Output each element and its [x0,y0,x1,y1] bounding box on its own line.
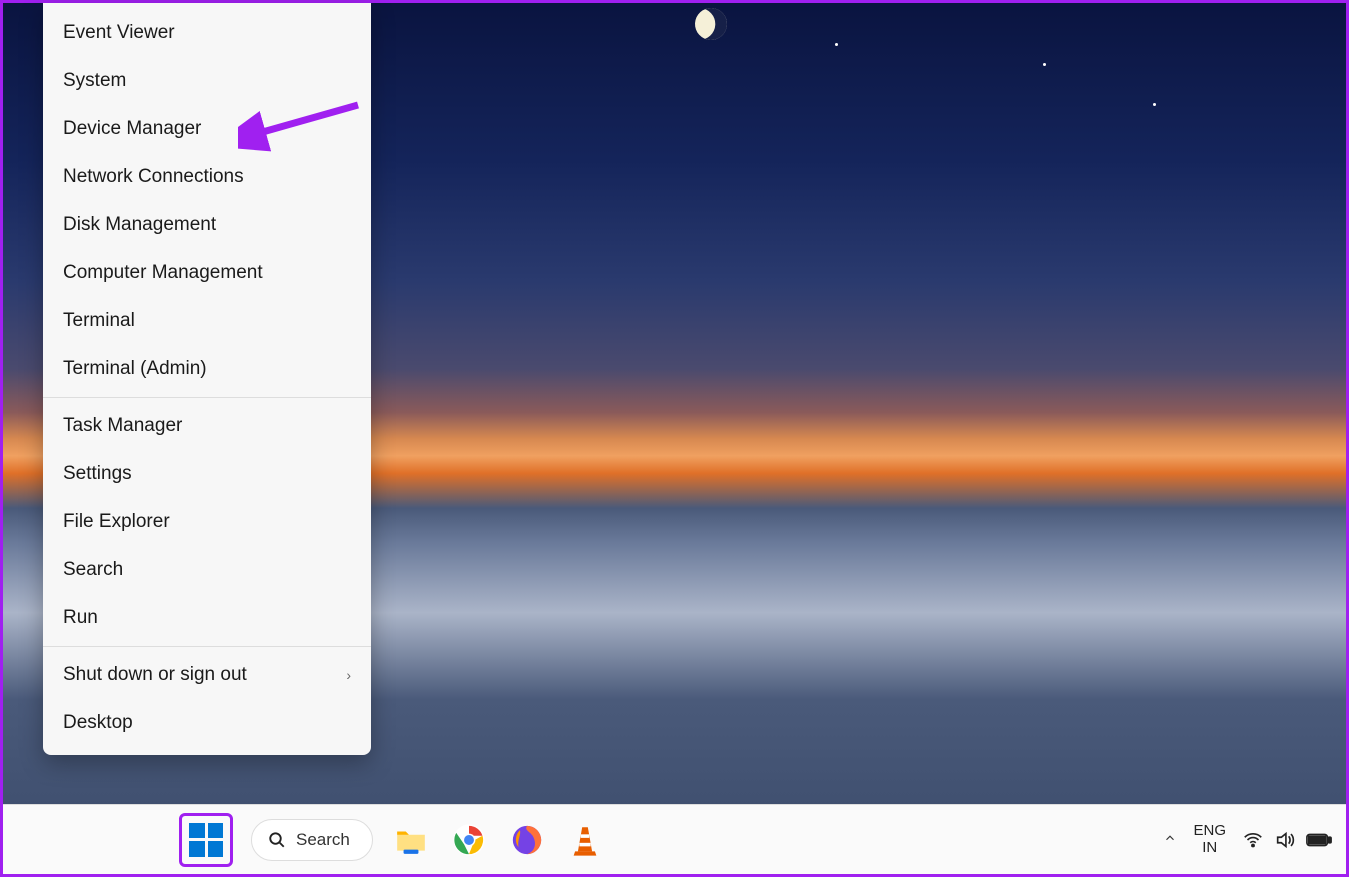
menu-item-settings[interactable]: Settings [43,450,371,498]
tray-chevron-up-icon[interactable] [1163,831,1177,848]
menu-item-device-manager[interactable]: Device Manager [43,105,371,153]
menu-item-shutdown-signout[interactable]: Shut down or sign out › [43,651,371,699]
moon-icon [690,3,731,44]
firefox-icon [510,823,544,857]
taskbar-app-chrome[interactable] [449,820,489,860]
search-label: Search [296,830,350,850]
taskbar: Search [3,804,1346,874]
folder-icon [394,823,428,857]
system-tray[interactable] [1242,829,1332,851]
menu-item-terminal-admin[interactable]: Terminal (Admin) [43,345,371,393]
language-indicator[interactable]: ENG IN [1193,823,1226,856]
menu-item-task-manager[interactable]: Task Manager [43,402,371,450]
menu-item-desktop[interactable]: Desktop [43,699,371,747]
taskbar-app-vlc[interactable] [565,820,605,860]
menu-item-system[interactable]: System [43,57,371,105]
star-icon [835,43,838,46]
vlc-cone-icon [568,823,602,857]
taskbar-app-firefox[interactable] [507,820,547,860]
menu-item-terminal[interactable]: Terminal [43,297,371,345]
chrome-icon [452,823,486,857]
winx-context-menu: Event Viewer System Device Manager Netwo… [43,3,371,755]
taskbar-app-file-explorer[interactable] [391,820,431,860]
chevron-right-icon: › [346,667,351,683]
star-icon [1153,103,1156,106]
menu-item-file-explorer[interactable]: File Explorer [43,498,371,546]
search-icon [268,831,286,849]
menu-item-disk-management[interactable]: Disk Management [43,201,371,249]
windows-logo-icon [189,823,223,857]
menu-item-network-connections[interactable]: Network Connections [43,153,371,201]
menu-item-computer-management[interactable]: Computer Management [43,249,371,297]
battery-icon [1306,831,1332,849]
search-button[interactable]: Search [251,819,373,861]
star-icon [1043,63,1046,66]
menu-item-run[interactable]: Run [43,594,371,642]
menu-item-event-viewer[interactable]: Event Viewer [43,9,371,57]
menu-item-search[interactable]: Search [43,546,371,594]
menu-separator [43,646,371,647]
start-button[interactable] [179,813,233,867]
wifi-icon [1242,829,1264,851]
menu-separator [43,397,371,398]
speaker-icon [1274,829,1296,851]
